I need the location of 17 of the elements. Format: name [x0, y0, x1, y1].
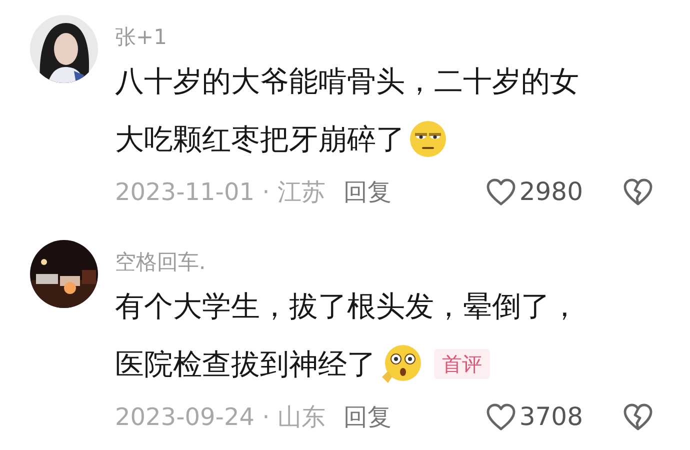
comment-text-line: 八十岁的大爷能啃骨头，二十岁的女: [115, 63, 579, 100]
reply-link[interactable]: 回复: [343, 174, 392, 210]
comment-date-location: 2023-11-01 · 江苏: [115, 177, 326, 208]
reply-link[interactable]: 回复: [343, 399, 392, 435]
shocked-emoji-icon: [380, 343, 422, 385]
comment-text-line: 大吃颗红枣把牙崩碎了: [115, 121, 405, 158]
comment-text-line: 有个大学生，拔了根头发，晕倒了，: [115, 288, 579, 325]
heart-icon[interactable]: [486, 178, 516, 206]
like-count: 3708: [519, 401, 583, 434]
username[interactable]: 空格回车.: [115, 247, 206, 277]
comment-date-location: 2023-09-24 · 山东: [115, 402, 326, 433]
like-count: 2980: [519, 176, 583, 208]
username[interactable]: 张+1: [115, 22, 167, 52]
first-comment-tag: 首评: [434, 349, 490, 379]
comment-text-line: 医院检查拔到神经了: [115, 346, 376, 383]
unamused-emoji-icon: [409, 120, 447, 158]
heart-icon[interactable]: [486, 403, 516, 431]
